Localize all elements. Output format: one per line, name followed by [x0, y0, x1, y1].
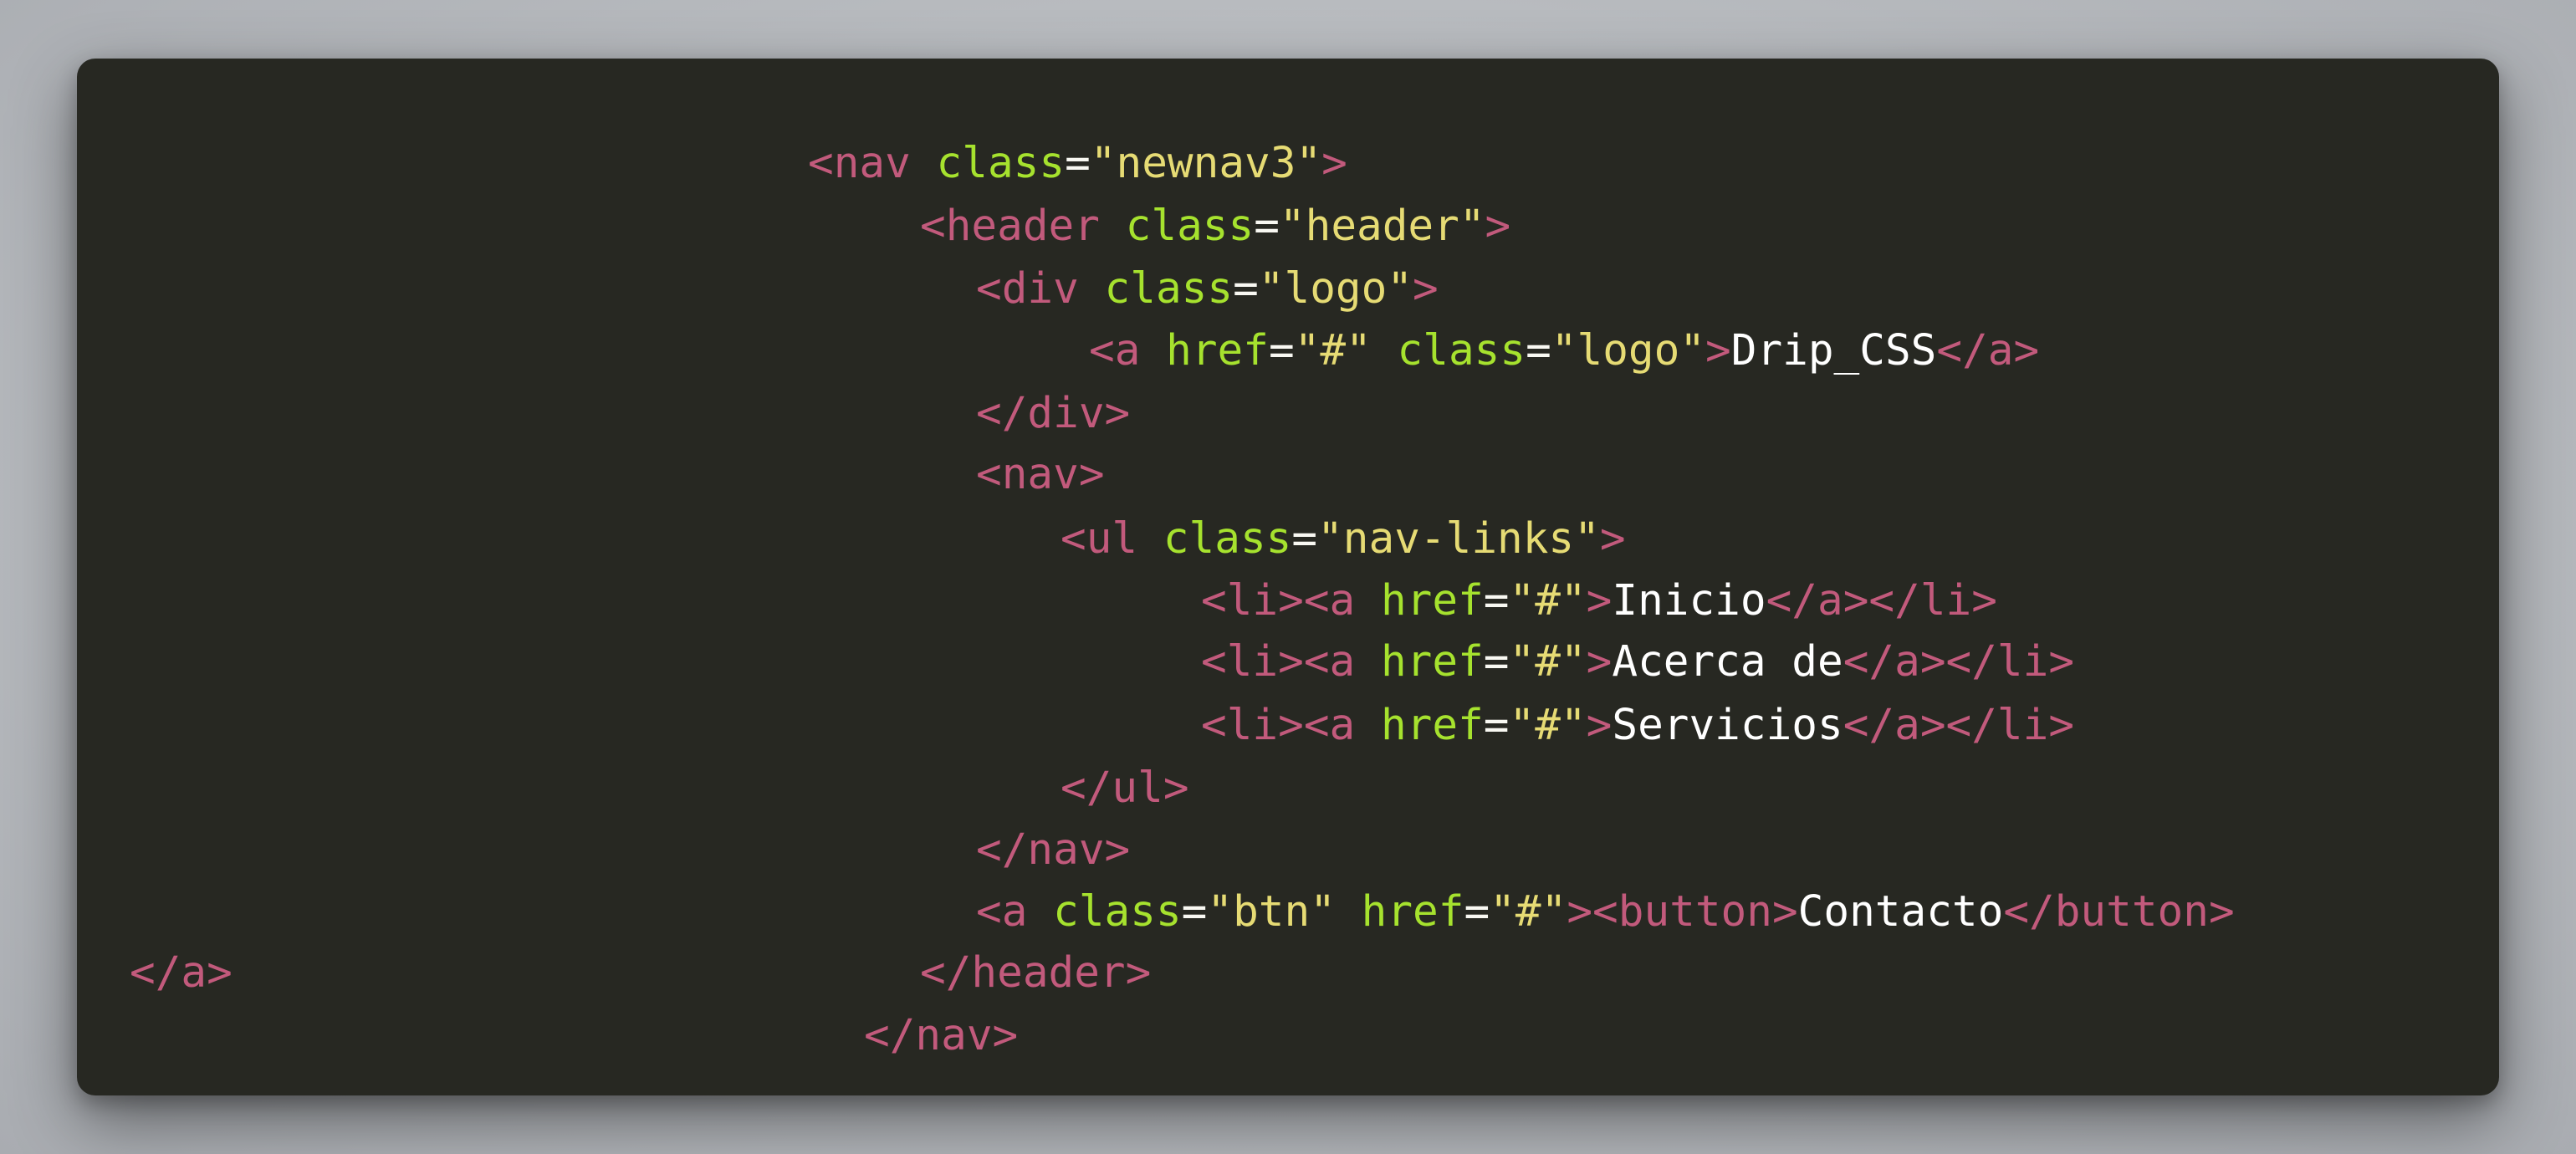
code-token-tag: >	[1321, 139, 1347, 188]
code-token-text: Drip_CSS	[1730, 326, 1937, 375]
code-token-text: Acerca de	[1612, 637, 1843, 687]
code-token-tag: <li>	[1201, 637, 1304, 687]
code-token-tag: <li>	[1201, 576, 1304, 626]
code-line-9: <li><a href="#">Acerca de</a></li>	[1201, 637, 2074, 687]
code-line-3: <div class="logo">	[976, 264, 1439, 314]
code-line-14: </header>	[920, 948, 1151, 998]
code-token-tag: <nav	[808, 139, 911, 188]
code-token-attribute: href	[1380, 576, 1484, 626]
code-token-tag: <a	[976, 887, 1028, 937]
code-token-attribute: class	[1053, 887, 1182, 937]
code-token-tag: >	[1586, 637, 1613, 687]
code-token-equals: =	[1483, 576, 1510, 626]
code-token-string: "#"	[1509, 576, 1587, 626]
code-token-tag: <div	[976, 264, 1079, 314]
code-token-text: Contacto	[1797, 887, 2004, 937]
code-token-attribute: class	[1125, 202, 1255, 251]
code-line-12: </nav>	[976, 825, 1130, 876]
code-token-string: "#"	[1509, 637, 1587, 687]
code-line-14-wrap: </a>	[130, 948, 233, 998]
code-token-tag: </a></li>	[1843, 701, 2075, 750]
code-token-attribute: class	[1104, 264, 1234, 314]
code-token-tag: >	[1586, 576, 1613, 626]
code-token-equals: =	[1065, 139, 1091, 188]
code-token-tag: </a>	[130, 948, 233, 998]
code-token-string: "nav-links"	[1317, 514, 1600, 564]
code-token-tag: >	[1599, 514, 1626, 564]
code-token-equals: =	[1483, 637, 1510, 687]
code-snippet-window: <nav class="newnav3"> <header class="hea…	[77, 59, 2499, 1095]
code-token-tag: <li>	[1201, 701, 1304, 750]
code-token-attribute: href	[1380, 637, 1484, 687]
code-token-string: "logo"	[1551, 326, 1706, 375]
code-token-tag: <a	[1303, 637, 1356, 687]
code-token-equals: =	[1526, 326, 1551, 375]
code-line-2: <header class="header">	[920, 202, 1510, 252]
code-token-tag: >	[1485, 202, 1511, 251]
code-line-13: <a class="btn" href="#"><button>Contacto…	[976, 887, 2235, 937]
code-token-string: "btn"	[1207, 887, 1336, 937]
code-token-tag: <a	[1303, 701, 1356, 750]
code-token-equals: =	[1181, 887, 1208, 937]
code-token-attribute: class	[936, 139, 1066, 188]
code-token-tag: <button>	[1592, 887, 1798, 937]
code-token-tag: </header>	[920, 948, 1152, 998]
code-token-equals: =	[1254, 202, 1280, 251]
code-token-tag: </a></li>	[1766, 576, 1997, 626]
code-token-string: "header"	[1279, 202, 1485, 251]
code-token-string: "#"	[1490, 887, 1567, 937]
code-line-7: <ul class="nav-links">	[1061, 514, 1626, 564]
code-token-attribute: href	[1380, 701, 1484, 750]
code-token-attribute: href	[1166, 326, 1269, 375]
code-token-tag: </a></li>	[1843, 637, 2075, 687]
code-token-tag: >	[1413, 264, 1439, 314]
code-token-equals: =	[1291, 514, 1318, 564]
code-token-equals: =	[1483, 701, 1510, 750]
code-line-5: </div>	[976, 389, 1130, 439]
code-line-8: <li><a href="#">Inicio</a></li>	[1201, 576, 1997, 626]
code-line-4: <a href="#" class="logo">Drip_CSS</a>	[1089, 326, 2039, 376]
code-token-tag: <a	[1303, 576, 1356, 626]
code-token-tag: >	[1586, 701, 1613, 750]
code-line-1: <nav class="newnav3">	[808, 139, 1347, 189]
code-token-tag: >	[1705, 326, 1731, 375]
code-token-string: "newnav3"	[1090, 139, 1322, 188]
code-token-string: "logo"	[1258, 264, 1413, 314]
code-line-11: </ul>	[1061, 763, 1189, 814]
code-line-10: <li><a href="#">Servicios</a></li>	[1201, 701, 2074, 751]
code-token-tag: </nav>	[864, 1011, 1019, 1060]
code-token-tag: </nav>	[976, 825, 1131, 875]
code-token-tag: </button>	[2003, 887, 2235, 937]
code-token-tag: </div>	[976, 389, 1131, 438]
code-token-attribute: class	[1163, 514, 1292, 564]
code-token-tag: <a	[1089, 326, 1141, 375]
code-token-text: Servicios	[1612, 701, 1843, 750]
code-token-tag: <header	[920, 202, 1100, 251]
code-token-tag: <ul	[1061, 514, 1138, 564]
code-line-6: <nav>	[976, 450, 1105, 500]
code-token-attribute: class	[1397, 326, 1526, 375]
code-token-attribute: href	[1361, 887, 1464, 937]
code-token-string: "#"	[1294, 326, 1372, 375]
code-token-equals: =	[1268, 326, 1295, 375]
code-token-tag: </ul>	[1061, 763, 1189, 813]
code-token-tag: </a>	[1936, 326, 2040, 375]
code-token-tag: >	[1567, 887, 1593, 937]
code-token-equals: =	[1464, 887, 1490, 937]
code-token-text: Inicio	[1612, 576, 1766, 626]
code-line-15: </nav>	[864, 1011, 1018, 1061]
code-token-equals: =	[1233, 264, 1259, 314]
code-token-tag: <nav>	[976, 450, 1105, 499]
code-token-string: "#"	[1509, 701, 1587, 750]
